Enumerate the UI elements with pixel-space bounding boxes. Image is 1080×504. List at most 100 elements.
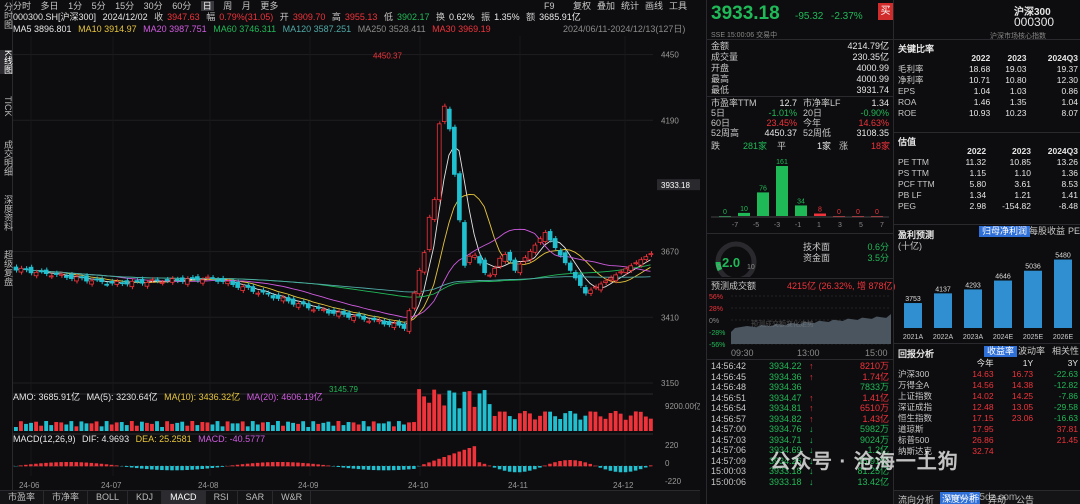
tab-kline[interactable]: K线图 (0, 50, 13, 75)
row-value: -8.48 (1058, 201, 1078, 211)
table-row: PS TTM 1.15 1.10 1.36 (898, 168, 1078, 179)
period-timeshare[interactable]: 分时 (13, 1, 31, 11)
candle-body (149, 279, 155, 282)
candle-body (184, 278, 190, 285)
candle-body (593, 286, 598, 289)
tools-button[interactable]: 工具 (669, 0, 687, 12)
candle-body (431, 199, 437, 220)
profit-bar-year: 2021A (903, 334, 924, 341)
tab-pe-forecast[interactable]: PE (1068, 226, 1080, 237)
buy-button[interactable]: 买 (878, 3, 893, 20)
tab-correlation[interactable]: 相关性 (1052, 346, 1079, 357)
profit-bar-value: 4137 (935, 286, 951, 293)
table-row: 毛利率 18.68 19.03 19.37 (898, 64, 1078, 75)
period-week[interactable]: 周 (223, 1, 232, 11)
macd-bar (190, 466, 194, 470)
candle-body (406, 310, 412, 332)
macd-bar (598, 466, 603, 468)
candlesticks (13, 103, 654, 334)
tab-pe[interactable]: 市盈率 (0, 491, 45, 504)
price-axis-label: 4190 (661, 116, 679, 125)
candle-body (552, 238, 558, 249)
period-month[interactable]: 月 (242, 1, 251, 11)
period-60min[interactable]: 60分 (172, 1, 191, 11)
candle-body (114, 281, 120, 285)
period-30min[interactable]: 30分 (144, 1, 163, 11)
period-5min[interactable]: 5分 (92, 1, 106, 11)
tab-boll[interactable]: BOLL (88, 491, 129, 504)
stats-button[interactable]: 统计 (621, 0, 639, 12)
low-label: 低 (383, 12, 393, 22)
amo-ma10: MA(10): 3436.32亿 (164, 392, 241, 402)
tick-time: 15:00:06 (711, 476, 747, 487)
tab-return[interactable]: 收益率 (984, 346, 1018, 357)
forecast-pct: 0% (709, 318, 719, 325)
price-axis-label: 3933.18 (661, 181, 690, 190)
volume-bar (109, 424, 114, 431)
dist-tick: -3 (774, 222, 780, 229)
amount-value: 3685.91亿 (539, 12, 581, 22)
high-mark: 4450.37 (373, 52, 402, 61)
quote-row-label: 最高 (711, 74, 730, 84)
candle-body (321, 309, 326, 311)
low-value: 3902.17 (396, 12, 430, 22)
tab-volatility[interactable]: 波动率 (1018, 346, 1045, 357)
volume-bar (517, 413, 522, 431)
f9-button[interactable]: F9 (544, 0, 555, 12)
period-more[interactable]: 更多 (260, 1, 278, 11)
candle-body (38, 270, 44, 273)
tab-flow[interactable]: 流向分析 (898, 493, 934, 504)
period-multiday[interactable]: 多日 (41, 1, 59, 11)
tab-tick[interactable]: TICK (0, 96, 13, 117)
index-code: 000300.SH[沪深300] (13, 12, 97, 22)
period-1min[interactable]: 1分 (68, 1, 82, 11)
tab-pb[interactable]: 市净率 (44, 491, 89, 504)
tab-macd[interactable]: MACD (162, 491, 206, 504)
candle-body (290, 298, 296, 305)
tab-sar[interactable]: SAR (238, 491, 274, 504)
price-axis-label: 4450 (661, 51, 679, 60)
candle-body (482, 259, 487, 274)
tab-timeshare[interactable]: 分时图 (0, 2, 13, 29)
volume-bar (235, 423, 240, 431)
table-row: ROA 1.46 1.35 1.04 (898, 97, 1078, 108)
candle-body (275, 294, 281, 299)
volume-bar (588, 411, 593, 431)
volume-bar (306, 426, 311, 431)
macd-bar (558, 461, 562, 467)
tab-notice[interactable]: 公告 (1016, 493, 1034, 504)
tab-net-profit[interactable]: 归母净利润 (979, 226, 1031, 237)
forecast-watermark: 预测成交额变化走势 (751, 321, 814, 328)
draw-button[interactable]: 画线 (645, 0, 663, 12)
period-day[interactable]: 日 (200, 1, 214, 11)
candle-body (376, 320, 382, 323)
restore-rights-button[interactable]: 复权 (573, 0, 591, 12)
tab-wr[interactable]: W&R (273, 491, 312, 504)
ma-legend: MA5 3896.801 MA10 3914.97 MA20 3987.751 … (13, 24, 700, 35)
volume-bar (316, 423, 321, 431)
macd-bar (407, 466, 411, 470)
tab-trade-detail[interactable]: 成交明细 (0, 140, 13, 176)
open-label: 开 (279, 12, 289, 22)
amp-label: 振 (481, 12, 491, 22)
overlay-button[interactable]: 叠加 (597, 0, 615, 12)
tab-eps[interactable]: 每股收益 (1029, 226, 1065, 237)
period-15min[interactable]: 15分 (115, 1, 134, 11)
kline-chart[interactable]: 9200.00亿 220 0 -220 4450 4190 3933.18 3670 341… (13, 36, 700, 490)
dist-bar (757, 192, 769, 216)
dist-bar-label: 0 (837, 209, 841, 216)
volume-bar (276, 421, 280, 431)
tab-depth-info[interactable]: 深度资料 (0, 195, 13, 231)
macd-bar (467, 448, 472, 467)
macd-bar (145, 466, 149, 470)
price-axis-label: 3670 (661, 248, 679, 257)
pe-value: 12.7 (779, 98, 797, 108)
tab-super-review[interactable]: 超级复盘 (0, 250, 13, 286)
macd-bar (381, 466, 386, 471)
tab-rsi[interactable]: RSI (206, 491, 238, 504)
candle-body (452, 126, 457, 175)
ma120-value: MA120 3587.251 (282, 24, 352, 34)
table-row: 净利率 10.71 10.80 12.30 (898, 75, 1078, 86)
macd-bar (180, 466, 184, 471)
tab-kdj[interactable]: KDJ (128, 491, 163, 504)
